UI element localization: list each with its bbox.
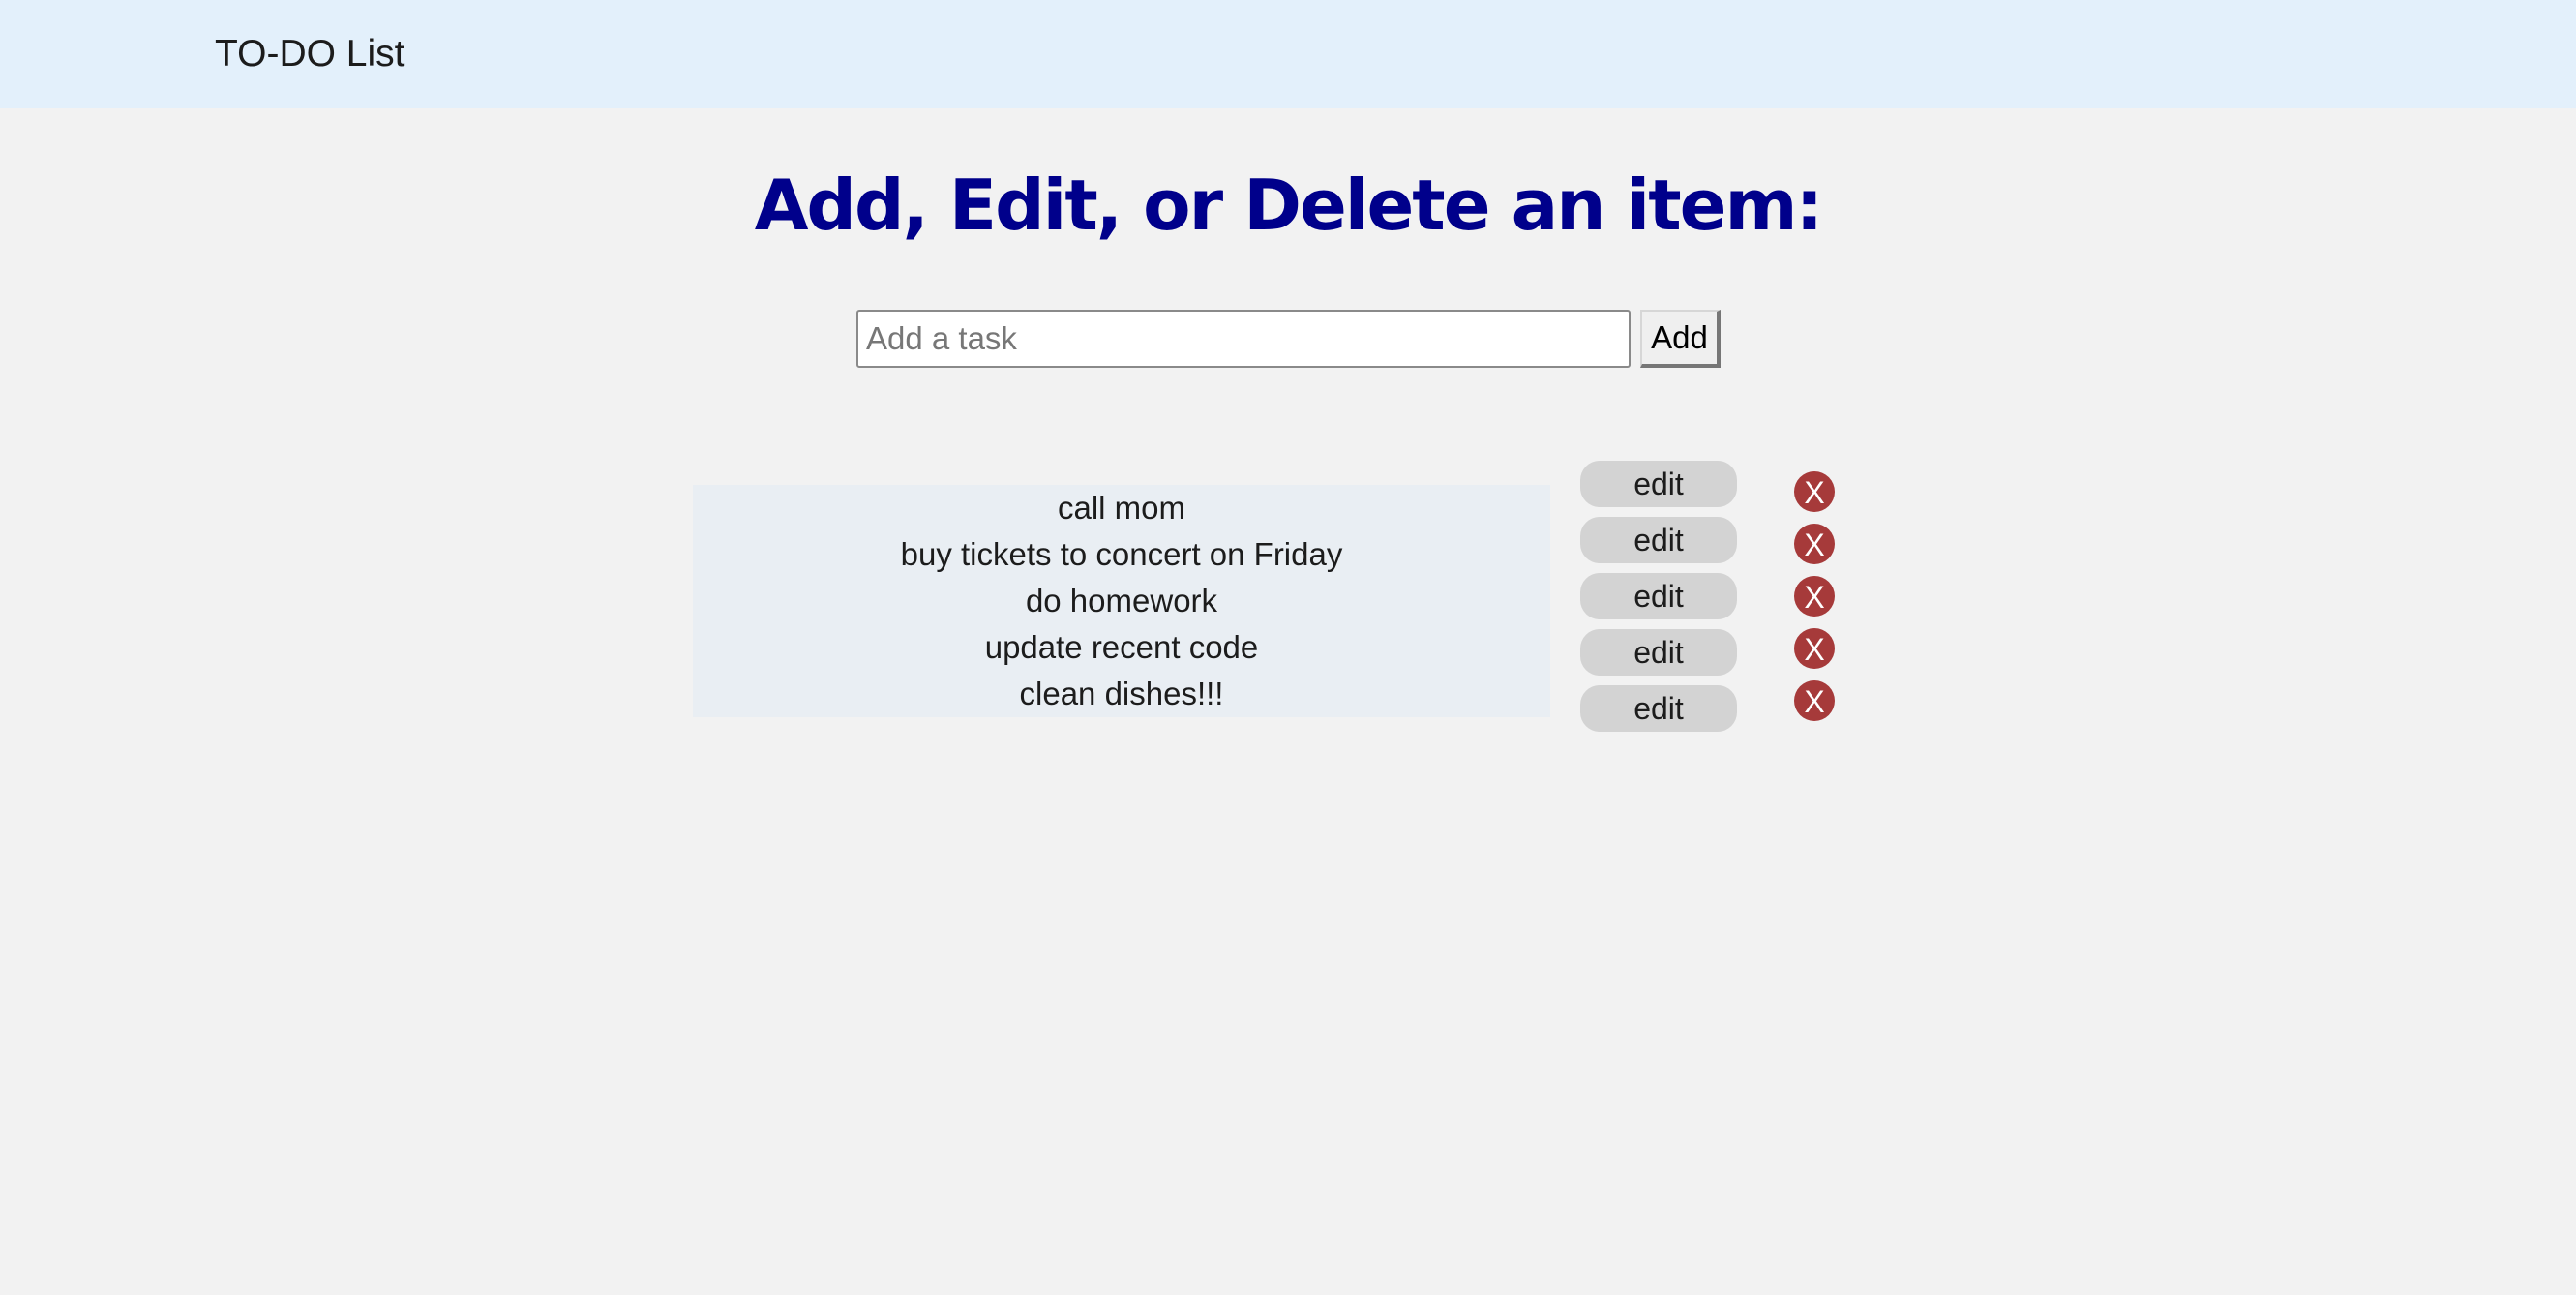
task-item: clean dishes!!! <box>1019 676 1224 711</box>
edit-button[interactable]: edit <box>1580 685 1737 732</box>
edit-button[interactable]: edit <box>1580 629 1737 676</box>
task-item: call mom <box>1057 490 1186 526</box>
task-item: buy tickets to concert on Friday <box>900 536 1343 572</box>
task-list: call mom buy tickets to concert on Frida… <box>693 485 1550 717</box>
delete-button[interactable]: X <box>1794 628 1835 669</box>
edit-button[interactable]: edit <box>1580 573 1737 619</box>
edit-button[interactable]: edit <box>1580 461 1737 507</box>
navbar: TO-DO List <box>0 0 2576 108</box>
navbar-brand-link[interactable]: TO-DO List <box>215 31 404 77</box>
task-item: update recent code <box>984 629 1259 665</box>
add-button[interactable]: Add <box>1640 310 1721 368</box>
delete-button[interactable]: X <box>1794 471 1835 512</box>
task-item: do homework <box>1025 583 1218 618</box>
task-input[interactable] <box>856 310 1631 368</box>
edit-button[interactable]: edit <box>1580 517 1737 563</box>
delete-button[interactable]: X <box>1794 576 1835 617</box>
delete-button[interactable]: X <box>1794 524 1835 564</box>
delete-button[interactable]: X <box>1794 680 1835 721</box>
page-title: Add, Edit, or Delete an item: <box>754 165 1824 246</box>
